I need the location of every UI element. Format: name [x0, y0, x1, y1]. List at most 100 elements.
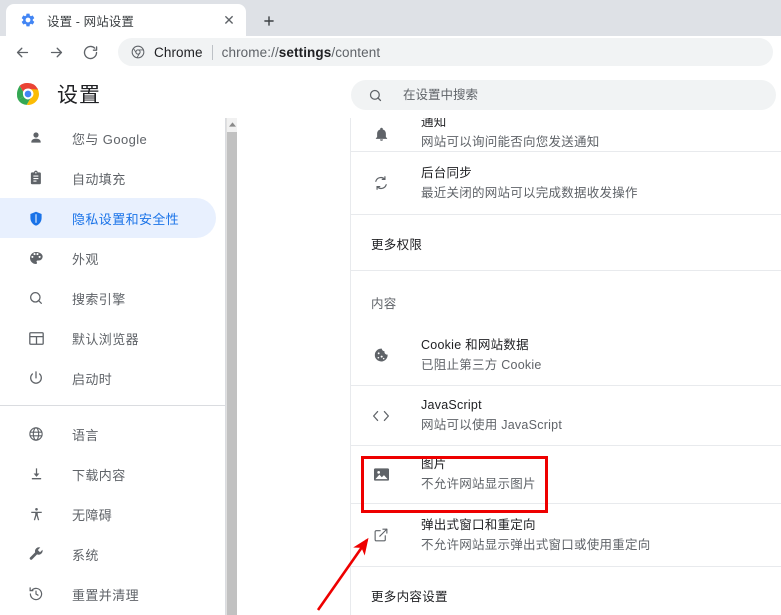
- download-icon: [26, 464, 46, 484]
- setting-subtitle: 不允许网站显示图片: [421, 477, 536, 491]
- setting-subtitle: 网站可以使用 JavaScript: [421, 418, 563, 432]
- sync-icon: [371, 173, 391, 193]
- sidebar-item-label: 系统: [72, 547, 99, 563]
- wrench-icon: [26, 544, 46, 564]
- sidebar-item-default-browser[interactable]: 默认浏览器: [0, 318, 216, 358]
- address-bar[interactable]: Chrome chrome://settings/content: [118, 38, 773, 66]
- setting-row-popups-and-redirects[interactable]: 弹出式窗口和重定向 不允许网站显示弹出式窗口或使用重定向: [351, 504, 781, 566]
- globe-icon: [26, 424, 46, 444]
- setting-row-javascript[interactable]: JavaScript 网站可以使用 JavaScript: [351, 386, 781, 445]
- autofill-icon: [26, 168, 46, 188]
- sidebar-item-languages[interactable]: 语言: [0, 414, 216, 454]
- new-tab-button[interactable]: [256, 8, 282, 34]
- sidebar-item-label: 下载内容: [72, 467, 126, 483]
- setting-title: Cookie 和网站数据: [421, 337, 529, 352]
- accessibility-icon: [26, 504, 46, 524]
- browser-tab-settings[interactable]: 设置 - 网站设置 ✕: [6, 4, 246, 36]
- section-more-permissions[interactable]: 更多权限: [351, 215, 781, 270]
- sidebar-nav-list: 您与 Google 自动填充 隐私设置和安全性 外观 搜索引擎 默认浏览器 启动…: [0, 118, 226, 615]
- tab-title: 设置 - 网站设置: [47, 14, 135, 29]
- setting-title: 通知: [421, 118, 447, 129]
- setting-row-cookies[interactable]: Cookie 和网站数据 已阻止第三方 Cookie: [351, 325, 781, 385]
- browser-icon: [26, 328, 46, 348]
- sidebar-item-label: 默认浏览器: [72, 331, 140, 347]
- setting-row-text: 后台同步 最近关闭的网站可以完成数据收发操作: [421, 165, 638, 202]
- sidebar-item-you-and-google[interactable]: 您与 Google: [0, 118, 216, 158]
- close-icon[interactable]: ✕: [220, 11, 238, 29]
- code-icon: [371, 406, 391, 426]
- setting-row-text: 图片 不允许网站显示图片: [421, 456, 536, 493]
- sidebar-item-label: 重置并清理: [72, 587, 140, 603]
- url-text: chrome://settings/content: [222, 45, 381, 60]
- sidebar-item-label: 您与 Google: [72, 131, 148, 147]
- browser-window: 设置 - 网站设置 ✕ Chrome chrome://settings/con…: [0, 0, 781, 615]
- setting-subtitle: 不允许网站显示弹出式窗口或使用重定向: [421, 537, 651, 552]
- sidebar-item-system[interactable]: 系统: [0, 534, 216, 574]
- palette-icon: [26, 248, 46, 268]
- cookie-icon: [371, 345, 391, 365]
- gear-icon: [20, 12, 36, 28]
- person-icon: [26, 128, 46, 148]
- bell-icon: [371, 124, 391, 144]
- power-icon: [26, 368, 46, 388]
- sidebar-item-search-engine[interactable]: 搜索引擎: [0, 278, 216, 318]
- sidebar-item-accessibility[interactable]: 无障碍: [0, 494, 216, 534]
- restore-icon: [26, 584, 46, 604]
- shield-icon: [26, 208, 46, 228]
- settings-sidebar: 您与 Google 自动填充 隐私设置和安全性 外观 搜索引擎 默认浏览器 启动…: [0, 118, 226, 615]
- setting-title: 后台同步: [421, 165, 473, 180]
- popup-icon: [371, 525, 391, 545]
- sidebar-item-autofill[interactable]: 自动填充: [0, 158, 216, 198]
- sidebar-item-appearance[interactable]: 外观: [0, 238, 216, 278]
- sidebar-item-reset-and-cleanup[interactable]: 重置并清理: [0, 574, 216, 614]
- sidebar-item-on-startup[interactable]: 启动时: [0, 358, 216, 398]
- search-icon: [26, 288, 46, 308]
- url-prefix: chrome://: [221, 44, 279, 60]
- reload-button[interactable]: [76, 38, 104, 66]
- sidebar-divider: [0, 405, 226, 406]
- setting-subtitle: 已阻止第三方 Cookie: [421, 357, 542, 372]
- forward-button[interactable]: [42, 38, 70, 66]
- setting-subtitle: 网站可以询问能否向您发送通知: [421, 135, 600, 149]
- settings-scrollbar[interactable]: [226, 118, 237, 615]
- setting-row-text: 弹出式窗口和重定向 不允许网站显示弹出式窗口或使用重定向: [421, 517, 651, 554]
- sidebar-item-label: 搜索引擎: [72, 291, 126, 307]
- sidebar-item-downloads[interactable]: 下载内容: [0, 454, 216, 494]
- sidebar-item-label: 语言: [72, 427, 99, 443]
- scrollbar-thumb[interactable]: [227, 132, 237, 615]
- site-settings-card: 通知 网站可以询问能否向您发送通知 后台同步 最近关闭的网站可以完成数据收发操作: [350, 118, 781, 615]
- setting-row-images[interactable]: 图片 不允许网站显示图片: [351, 446, 781, 503]
- settings-main-pane: 通知 网站可以询问能否向您发送通知 后台同步 最近关闭的网站可以完成数据收发操作: [237, 118, 781, 615]
- search-input[interactable]: [403, 88, 743, 102]
- setting-row-notifications[interactable]: 通知 网站可以询问能否向您发送通知: [351, 118, 781, 151]
- chrome-icon: [130, 44, 146, 60]
- setting-row-background-sync[interactable]: 后台同步 最近关闭的网站可以完成数据收发操作: [351, 152, 781, 214]
- tab-strip: 设置 - 网站设置 ✕: [0, 0, 781, 36]
- settings-header: 设置: [0, 68, 781, 118]
- url-suffix: /content: [331, 44, 381, 60]
- setting-subtitle: 最近关闭的网站可以完成数据收发操作: [421, 185, 638, 200]
- security-chip-label: Chrome: [154, 44, 203, 60]
- page-title: 设置: [57, 84, 101, 107]
- setting-title: 图片: [421, 457, 447, 471]
- settings-search-box[interactable]: [351, 80, 776, 110]
- search-icon: [367, 87, 383, 103]
- browser-toolbar: Chrome chrome://settings/content: [0, 36, 781, 68]
- setting-row-text: 通知 网站可以询问能否向您发送通知: [421, 118, 600, 151]
- setting-row-text: JavaScript 网站可以使用 JavaScript: [421, 397, 562, 434]
- omnibox-divider: [211, 44, 213, 60]
- scroll-up-arrow-icon[interactable]: [227, 118, 237, 131]
- sidebar-item-label: 自动填充: [72, 171, 126, 187]
- sidebar-item-label: 无障碍: [72, 507, 113, 523]
- setting-row-text: Cookie 和网站数据 已阻止第三方 Cookie: [421, 337, 542, 374]
- sidebar-item-privacy-and-security[interactable]: 隐私设置和安全性: [0, 198, 216, 238]
- back-button[interactable]: [8, 38, 36, 66]
- setting-title: JavaScript: [421, 398, 482, 412]
- url-bold: settings: [278, 44, 332, 60]
- image-icon: [371, 465, 391, 485]
- section-more-content-settings[interactable]: 更多内容设置: [351, 567, 781, 615]
- sidebar-item-label: 启动时: [72, 371, 113, 387]
- settings-body: 您与 Google 自动填充 隐私设置和安全性 外观 搜索引擎 默认浏览器 启动…: [0, 118, 781, 615]
- setting-title: 弹出式窗口和重定向: [421, 517, 536, 532]
- sidebar-item-label: 隐私设置和安全性: [72, 211, 180, 227]
